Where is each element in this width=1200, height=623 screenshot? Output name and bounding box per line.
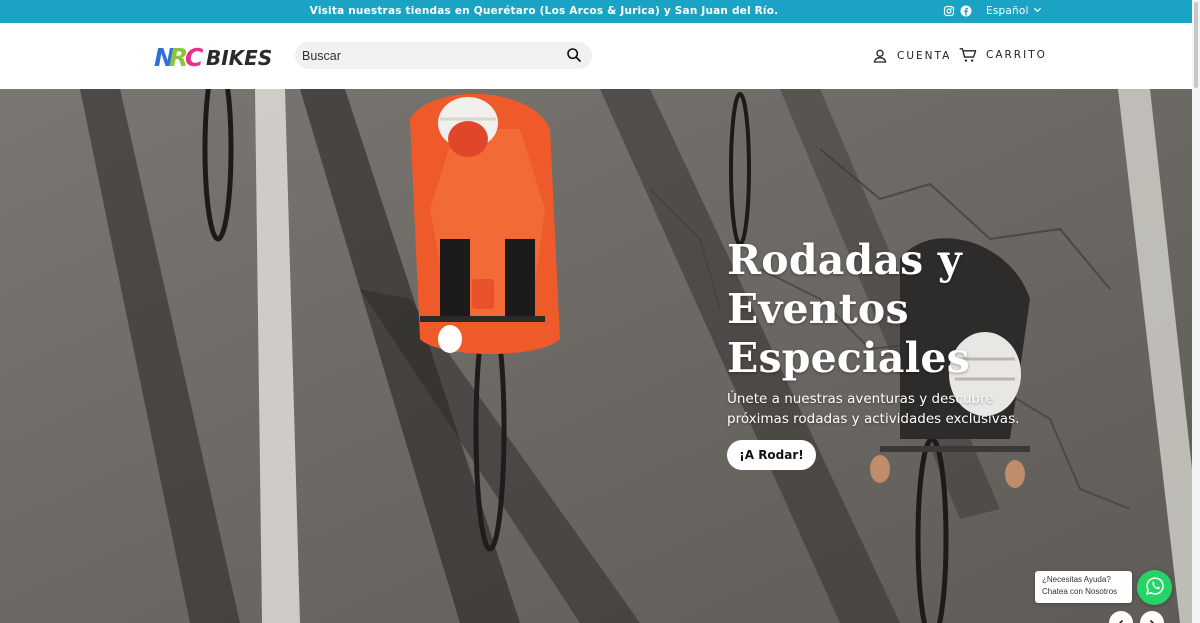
account-label: CUENTA bbox=[897, 50, 952, 62]
chevron-left-icon bbox=[1116, 614, 1126, 623]
hero-title: Rodadas y Eventos Especiales bbox=[727, 236, 1087, 383]
whatsapp-button[interactable] bbox=[1137, 570, 1172, 605]
announcement-bar: Visita nuestras tiendas en Querétaro (Lo… bbox=[0, 0, 1192, 23]
instagram-icon[interactable] bbox=[943, 5, 955, 17]
search-input[interactable] bbox=[295, 42, 555, 69]
language-selector[interactable]: Español bbox=[986, 5, 1042, 17]
search-icon[interactable] bbox=[566, 47, 582, 67]
cart-link[interactable]: CARRITO bbox=[959, 47, 1047, 63]
whatsapp-icon bbox=[1145, 576, 1165, 600]
cart-icon bbox=[959, 47, 977, 63]
scrollbar-thumb[interactable] bbox=[1194, 2, 1198, 88]
hero-cta-button[interactable]: ¡A Rodar! bbox=[727, 440, 816, 470]
hero-title-line: Especiales bbox=[727, 334, 970, 382]
hero-title-line: Rodadas y bbox=[727, 236, 962, 284]
hero-banner: Rodadas y Eventos Especiales Únete a nue… bbox=[0, 89, 1192, 623]
whatsapp-line-2: Chatea con Nosotros bbox=[1042, 587, 1118, 596]
user-icon bbox=[872, 48, 888, 64]
facebook-icon[interactable] bbox=[960, 5, 972, 17]
language-label: Español bbox=[986, 5, 1029, 17]
chevron-right-icon bbox=[1147, 614, 1157, 623]
cart-label: CARRITO bbox=[986, 49, 1047, 61]
hero-title-line: Eventos bbox=[727, 285, 909, 333]
site-logo[interactable]: N R C BIKES bbox=[154, 39, 276, 73]
logo-word-bikes: BIKES bbox=[206, 46, 272, 70]
account-link[interactable]: CUENTA bbox=[872, 48, 951, 64]
search-bar bbox=[295, 42, 592, 69]
whatsapp-help-bubble[interactable]: ¿Necesitas Ayuda? Chatea con Nosotros bbox=[1035, 571, 1132, 603]
announcement-text: Visita nuestras tiendas en Querétaro (Lo… bbox=[309, 5, 779, 17]
social-links bbox=[943, 5, 972, 17]
whatsapp-line-1: ¿Necesitas Ayuda? bbox=[1042, 575, 1111, 584]
page-scrollbar[interactable] bbox=[1192, 0, 1200, 623]
logo-letter-c: C bbox=[185, 43, 204, 72]
hero-subtitle: Únete a nuestras aventuras y descubre pr… bbox=[727, 391, 1020, 427]
chevron-down-icon bbox=[1033, 5, 1042, 17]
